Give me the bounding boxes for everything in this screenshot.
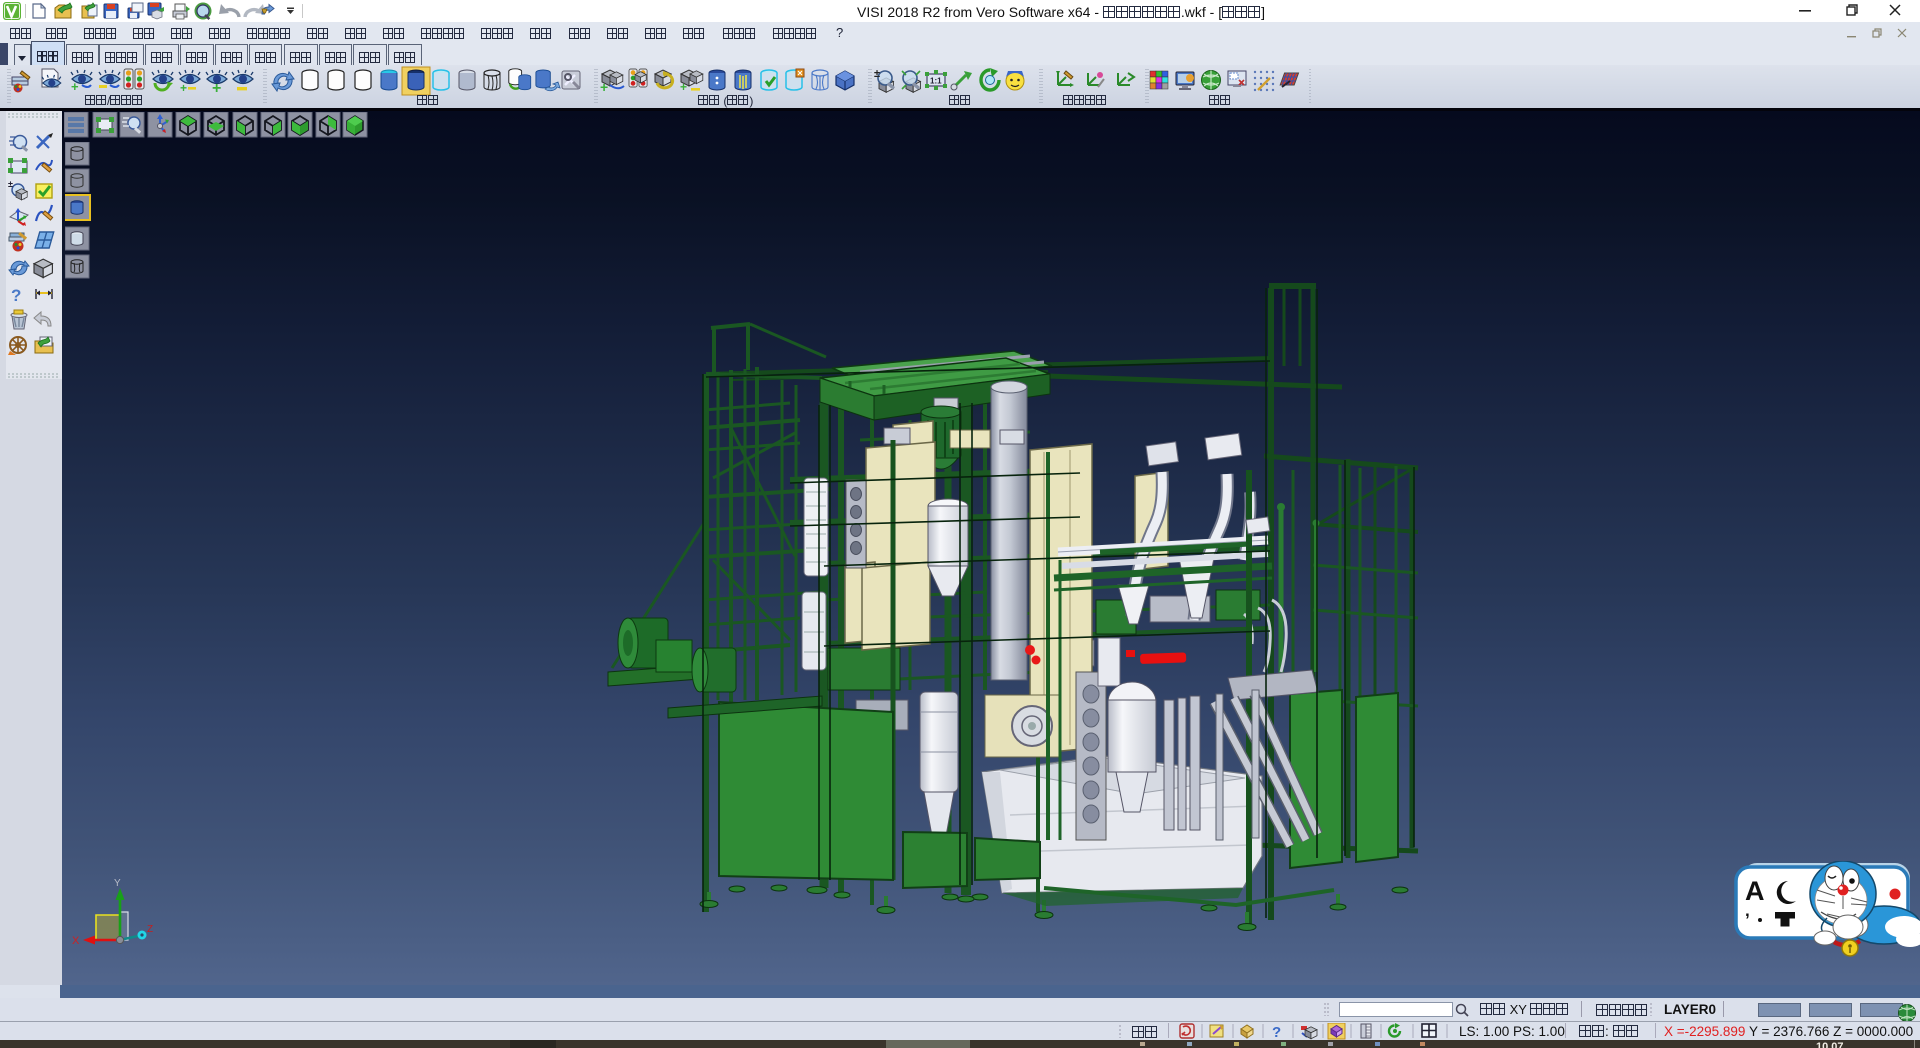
svg-text:+: + [180, 81, 187, 95]
svg-text:+: + [71, 79, 79, 94]
svg-text:Z: Z [147, 924, 153, 935]
svg-text:±: ± [874, 68, 880, 80]
svg-text:?: ? [1272, 1024, 1281, 1040]
svg-text:X: X [72, 935, 80, 947]
svg-text:Y: Y [114, 878, 121, 889]
svg-text:+: + [680, 80, 687, 94]
svg-text:+: + [600, 79, 608, 95]
svg-text:?: ? [11, 286, 21, 305]
svg-text:+: + [212, 80, 221, 97]
svg-text:1:1: 1:1 [930, 77, 942, 86]
svg-text:,: , [1745, 901, 1750, 920]
svg-text:±: ± [8, 179, 13, 189]
